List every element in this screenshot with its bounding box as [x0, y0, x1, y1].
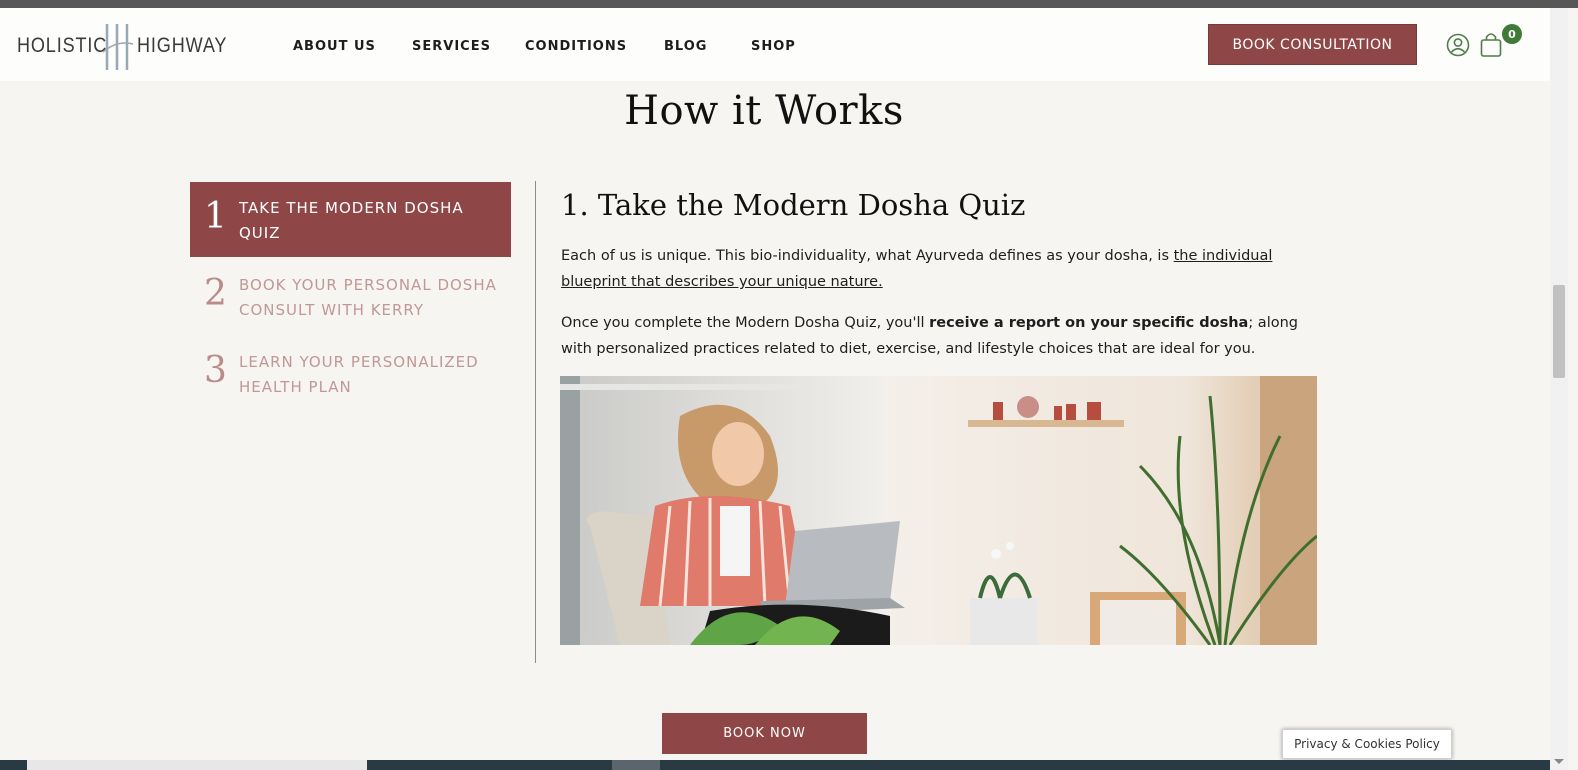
- steps-list: 1 TAKE THE MODERN DOSHA QUIZ 2 BOOK YOUR…: [190, 182, 511, 411]
- step-tab-1[interactable]: 1 TAKE THE MODERN DOSHA QUIZ: [190, 182, 511, 257]
- intro-paragraph: Each of us is unique. This bio-individua…: [561, 243, 1321, 295]
- logo-text-right: HIGHWAY: [137, 34, 228, 57]
- logo-text-left: HOLISTIC: [17, 34, 108, 57]
- shopping-bag-icon[interactable]: [1479, 31, 1503, 58]
- browser-top-strip: [0, 0, 1578, 8]
- nav-shop[interactable]: SHOP: [751, 39, 796, 54]
- nav-services[interactable]: SERVICES: [412, 39, 491, 54]
- step-number: 2: [204, 273, 227, 314]
- step-label: LEARN YOUR PERSONALIZED HEALTH PLAN: [239, 353, 479, 396]
- content-title: 1. Take the Modern Dosha Quiz: [561, 188, 1026, 222]
- scroll-down-arrow-icon[interactable]: [1554, 759, 1564, 764]
- user-icon[interactable]: [1446, 33, 1470, 57]
- step-label: TAKE THE MODERN DOSHA QUIZ: [239, 199, 464, 242]
- bottom-strip-segment: [612, 760, 660, 770]
- quiz-text-pre: Once you complete the Modern Dosha Quiz,…: [561, 315, 930, 331]
- woman-with-laptop-photo: [560, 376, 1317, 645]
- logo-mark-icon: [102, 24, 134, 70]
- bottom-strip-segment: [27, 760, 367, 770]
- site-header: HOLISTIC HIGHWAY ABOUT US SERVICES CONDI…: [0, 8, 1550, 81]
- quiz-text-bold: receive a report on your specific dosha: [929, 315, 1249, 331]
- section-title: How it Works: [624, 88, 904, 134]
- page-scrollbar[interactable]: [1550, 8, 1568, 770]
- intro-text: Each of us is unique. This bio-individua…: [561, 248, 1174, 264]
- scrollbar-thumb[interactable]: [1553, 285, 1565, 378]
- step-number: 1: [204, 196, 227, 237]
- privacy-cookies-policy-button[interactable]: Privacy & Cookies Policy: [1282, 729, 1452, 759]
- nav-about-us[interactable]: ABOUT US: [293, 39, 376, 54]
- step-label: BOOK YOUR PERSONAL DOSHA CONSULT WITH KE…: [239, 276, 497, 319]
- site-logo[interactable]: HOLISTIC HIGHWAY: [17, 22, 226, 70]
- nav-conditions[interactable]: CONDITIONS: [525, 39, 627, 54]
- book-consultation-button[interactable]: BOOK CONSULTATION: [1208, 24, 1417, 65]
- step-number: 3: [204, 350, 227, 391]
- step-tab-2[interactable]: 2 BOOK YOUR PERSONAL DOSHA CONSULT WITH …: [190, 259, 511, 334]
- step-tab-3[interactable]: 3 LEARN YOUR PERSONALIZED HEALTH PLAN: [190, 336, 511, 411]
- nav-blog[interactable]: BLOG: [664, 39, 707, 54]
- cart-count-badge: 0: [1502, 24, 1522, 44]
- bottom-strip: [0, 760, 1550, 770]
- book-now-button[interactable]: BOOK NOW: [662, 713, 867, 754]
- quiz-paragraph: Once you complete the Modern Dosha Quiz,…: [561, 310, 1321, 362]
- vertical-divider: [535, 181, 536, 663]
